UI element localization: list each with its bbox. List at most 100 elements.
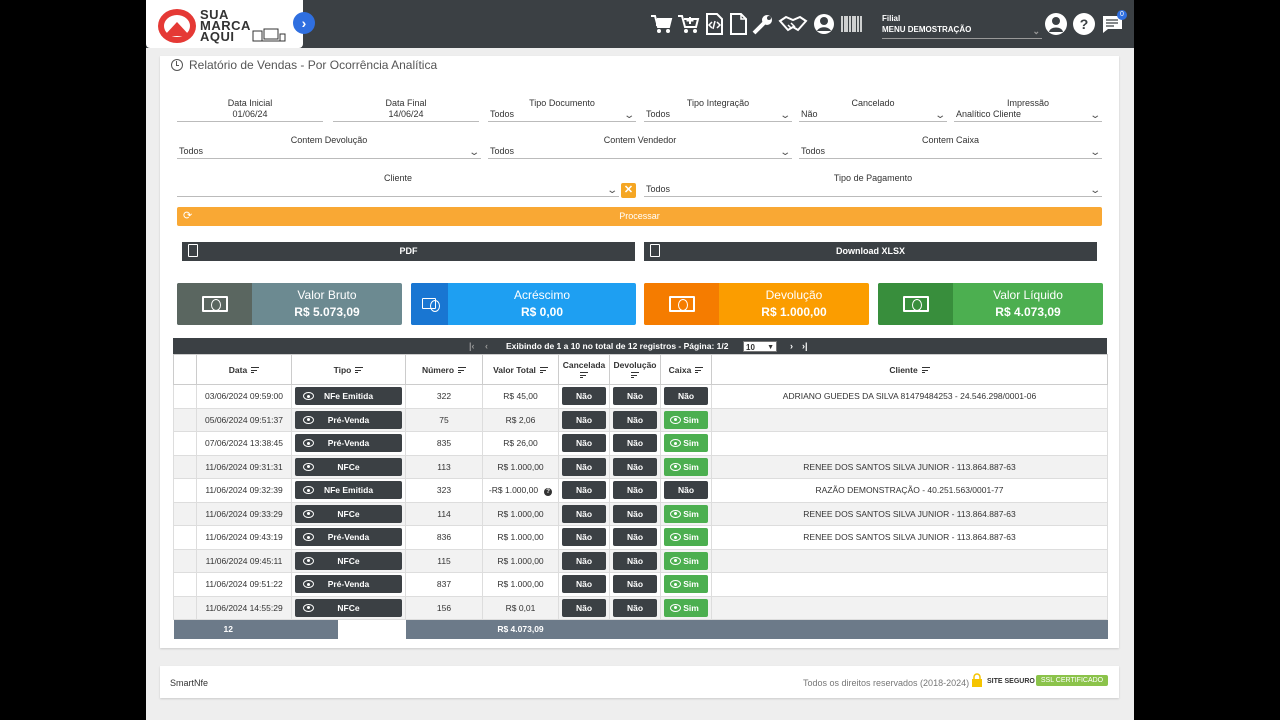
header-valor-total[interactable]: Valor Total [482,354,559,385]
cart-add-icon[interactable] [676,13,700,35]
tipo-button[interactable]: NFe Emitida [295,481,402,500]
devolucao-nao-button[interactable]: Não [613,457,657,476]
row-select[interactable] [173,407,197,432]
row-select[interactable] [173,572,197,597]
header-cancelada[interactable]: Cancelada [558,354,610,385]
caixa-nao-button[interactable]: Não [664,481,708,500]
cancelada-nao-button[interactable]: Não [562,551,606,570]
first-page-icon[interactable]: |‹ [469,338,475,354]
tipo-button[interactable]: NFe Emitida [295,387,402,406]
processar-button[interactable]: ⟳ Processar [177,207,1102,226]
devolucao-nao-button[interactable]: Não [613,434,657,453]
tipo-button[interactable]: Pré-Venda [295,410,402,429]
header-cliente[interactable]: Cliente [711,354,1108,385]
table-row[interactable]: 03/06/2024 09:59:00 NFe Emitida 322 R$ 45,0… [173,384,1108,409]
cart-icon[interactable] [649,13,673,35]
contem-caixa-select[interactable]: Contem Caixa Todos ⌄ [799,135,1102,159]
header-caixa[interactable]: Caixa [660,354,712,385]
pdf-button[interactable]: PDF [182,242,635,261]
row-select[interactable] [173,525,197,550]
cancelada-nao-button[interactable]: Não [562,504,606,523]
prev-page-icon[interactable]: ‹ [485,338,488,354]
caixa-sim-button[interactable]: Sim [664,551,708,570]
devolucao-nao-button[interactable]: Não [613,410,657,429]
brand-logo[interactable]: SUA MARCA AQUI [146,0,303,48]
devolucao-nao-button[interactable]: Não [613,481,657,500]
tipo-documento-select[interactable]: Tipo Documento Todos ⌄ [488,98,636,122]
cancelada-nao-button[interactable]: Não [562,434,606,453]
row-select[interactable] [173,501,197,526]
row-select[interactable] [173,548,197,573]
caixa-nao-button[interactable]: Não [664,387,708,406]
data-inicial-field[interactable]: Data Inicial 01/06/24 [177,98,323,122]
tipo-button[interactable]: Pré-Venda [295,434,402,453]
caixa-sim-button[interactable]: Sim [664,410,708,429]
table-row[interactable]: 11/06/2024 14:55:29 NFCe 156 R$ 0,01 Não Não S… [173,595,1108,620]
tipo-button[interactable]: NFCe [295,457,402,476]
table-row[interactable]: 11/06/2024 09:51:22 Pré-Venda 837 R$ 1.000,… [173,572,1108,597]
question-icon[interactable]: ? [544,487,553,496]
header-numero[interactable]: Número [405,354,483,385]
cancelada-nao-button[interactable]: Não [562,528,606,547]
caixa-sim-button[interactable]: Sim [664,504,708,523]
devolucao-nao-button[interactable]: Não [613,528,657,547]
handshake-icon[interactable] [778,13,808,35]
wrench-icon[interactable] [751,13,775,35]
user-profile-icon[interactable] [1045,13,1067,35]
cancelado-select[interactable]: Cancelado Não ⌄ [799,98,947,122]
page-size-select[interactable]: 10 ▼ [743,341,777,352]
row-select[interactable] [173,431,197,456]
barcode-icon[interactable] [840,13,864,35]
devolucao-nao-button[interactable]: Não [613,598,657,617]
row-select[interactable] [173,595,197,620]
header-tipo[interactable]: Tipo [291,354,406,385]
file-icon[interactable] [726,13,750,35]
caixa-sim-button[interactable]: Sim [664,528,708,547]
row-select[interactable] [173,478,197,503]
table-row[interactable]: 11/06/2024 09:31:31 NFCe 113 R$ 1.000,00 Não… [173,454,1108,479]
caixa-sim-button[interactable]: Sim [664,434,708,453]
data-final-field[interactable]: Data Final 14/06/24 [333,98,479,122]
header-devolucao[interactable]: Devolução [609,354,661,385]
devolucao-nao-button[interactable]: Não [613,575,657,594]
cliente-select[interactable]: Cliente ⌄ [177,173,619,197]
contem-vendedor-select[interactable]: Contem Vendedor Todos ⌄ [488,135,792,159]
expand-menu-button[interactable]: › [293,12,315,34]
table-row[interactable]: 05/06/2024 09:51:37 Pré-Venda 75 R$ 2,06 Não… [173,407,1108,432]
row-select[interactable] [173,454,197,479]
cancelada-nao-button[interactable]: Não [562,481,606,500]
cancelada-nao-button[interactable]: Não [562,598,606,617]
row-select[interactable] [173,384,197,409]
filial-select[interactable]: MENU DEMOSTRAÇÃO ⌄ [882,25,1042,39]
caixa-sim-button[interactable]: Sim [664,457,708,476]
cancelada-nao-button[interactable]: Não [562,387,606,406]
table-row[interactable]: 11/06/2024 09:32:39 NFe Emitida 323 -R$ 1.0… [173,478,1108,503]
table-row[interactable]: 11/06/2024 09:45:11 NFCe 115 R$ 1.000,00 Não… [173,548,1108,573]
last-page-icon[interactable]: ›| [802,338,808,354]
cancelada-nao-button[interactable]: Não [562,457,606,476]
caixa-sim-button[interactable]: Sim [664,575,708,594]
code-file-icon[interactable] [702,13,726,35]
tipo-button[interactable]: NFCe [295,598,402,617]
tipo-pagamento-select[interactable]: Tipo de Pagamento Todos ⌄ [644,173,1102,197]
caixa-sim-button[interactable]: Sim [664,598,708,617]
table-row[interactable]: 11/06/2024 09:33:29 NFCe 114 R$ 1.000,00 Não… [173,501,1108,526]
cancelada-nao-button[interactable]: Não [562,410,606,429]
user-circle-icon[interactable] [812,13,836,35]
cancelada-nao-button[interactable]: Não [562,575,606,594]
tipo-button[interactable]: NFCe [295,504,402,523]
contem-devolucao-select[interactable]: Contem Devolução Todos ⌄ [177,135,481,159]
table-row[interactable]: 07/06/2024 13:38:45 Pré-Venda 835 R$ 26,00 N… [173,431,1108,456]
tipo-button[interactable]: NFCe [295,551,402,570]
tipo-integracao-select[interactable]: Tipo Integração Todos ⌄ [644,98,792,122]
table-row[interactable]: 11/06/2024 09:43:19 Pré-Venda 836 R$ 1.000,… [173,525,1108,550]
help-icon[interactable]: ? [1073,13,1095,35]
clear-cliente-button[interactable]: ✕ [621,183,636,198]
devolucao-nao-button[interactable]: Não [613,504,657,523]
impressao-select[interactable]: Impressão Analítico Cliente ⌄ [954,98,1102,122]
devolucao-nao-button[interactable]: Não [613,551,657,570]
tipo-button[interactable]: Pré-Venda [295,528,402,547]
download-xlsx-button[interactable]: Download XLSX [644,242,1097,261]
header-data[interactable]: Data [196,354,292,385]
devolucao-nao-button[interactable]: Não [613,387,657,406]
